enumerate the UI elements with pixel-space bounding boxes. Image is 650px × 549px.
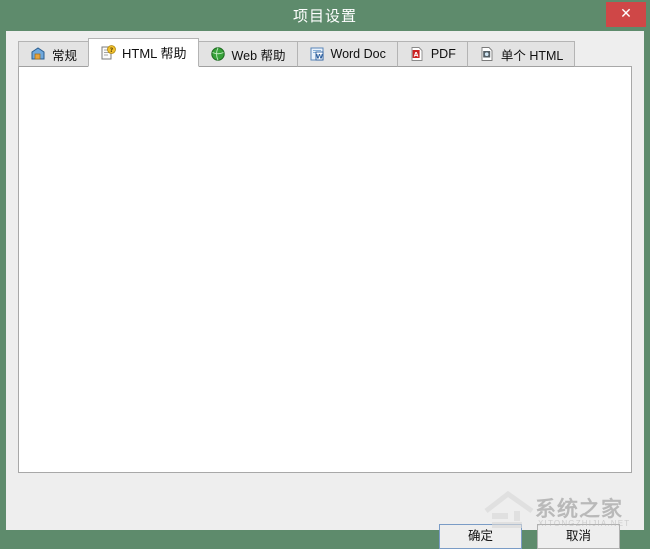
tab-word-doc-label: Word Doc: [330, 47, 386, 61]
ok-button[interactable]: 确定: [439, 524, 522, 549]
tab-single-html[interactable]: 单个 HTML: [466, 41, 576, 67]
tab-pdf-label: PDF: [430, 47, 456, 61]
tab-general[interactable]: 常规: [18, 41, 90, 67]
tab-strip: 常规 ? HTML 帮助 Web 帮助 W Word Doc A PDF 单个 …: [18, 38, 632, 67]
cancel-button[interactable]: 取消: [537, 524, 620, 549]
window-title: 项目设置: [292, 8, 357, 25]
word-doc-icon: W: [309, 46, 325, 62]
tab-single-html-label: 单个 HTML: [500, 48, 564, 63]
svg-text:W: W: [315, 53, 322, 61]
tab-web-help[interactable]: Web 帮助: [197, 41, 298, 67]
general-icon: [30, 46, 46, 62]
tab-general-label: 常规: [52, 48, 78, 63]
tab-html-help-label: HTML 帮助: [122, 46, 187, 61]
title-bar: 项目设置 ✕: [0, 0, 650, 31]
pdf-icon: A: [409, 46, 425, 62]
tab-word-doc[interactable]: W Word Doc: [296, 41, 398, 67]
tab-html-help[interactable]: ? HTML 帮助: [88, 38, 199, 67]
html-help-icon: ?: [100, 44, 116, 61]
tab-pdf[interactable]: A PDF: [396, 41, 468, 67]
single-html-icon: [479, 46, 495, 62]
svg-text:A: A: [414, 51, 419, 58]
project-settings-dialog: 项目设置 ✕ 常规 ? HTML 帮助 Web 帮助 W Word Doc A …: [0, 0, 650, 549]
dialog-client-area: 常规 ? HTML 帮助 Web 帮助 W Word Doc A PDF 单个 …: [6, 31, 644, 549]
tab-web-help-label: Web 帮助: [231, 48, 286, 63]
globe-icon: [210, 46, 226, 62]
close-icon[interactable]: ✕: [606, 2, 646, 27]
svg-text:?: ?: [110, 47, 114, 54]
tab-content-panel: [18, 66, 632, 473]
